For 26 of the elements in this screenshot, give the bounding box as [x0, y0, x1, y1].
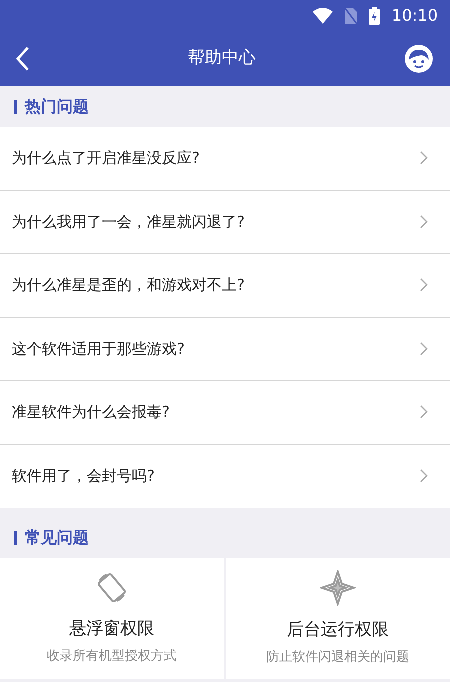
smiley-face-icon	[404, 44, 434, 74]
page-title: 帮助中心	[188, 47, 256, 70]
chevron-right-icon	[420, 278, 428, 292]
rotate-icon	[95, 571, 129, 605]
compass-star-icon	[320, 570, 356, 606]
back-icon	[16, 46, 30, 72]
card-subtitle: 防止软件闪退相关的问题	[266, 648, 410, 666]
section-title: 常见问题	[25, 527, 89, 549]
chevron-right-icon	[420, 214, 428, 229]
question-item[interactable]: 这个软件适用于那些游戏?	[0, 318, 450, 381]
card-subtitle: 收录所有机型授权方式	[47, 648, 177, 666]
card-title: 后台运行权限	[287, 619, 389, 642]
chevron-right-icon	[420, 469, 428, 484]
battery-charging-icon	[368, 7, 380, 25]
question-item[interactable]: 为什么我用了一会，准星就闪退了?	[0, 190, 450, 254]
chevron-right-icon	[420, 151, 428, 166]
chevron-right-icon	[420, 342, 428, 356]
section-title: 热门问题	[25, 96, 89, 118]
chevron-right-icon	[420, 405, 428, 420]
status-time: 10:10	[392, 5, 438, 27]
feature-card[interactable]: 后台运行权限 防止软件闪退相关的问题	[226, 558, 450, 679]
wifi-icon	[312, 8, 333, 24]
no-sim-icon	[344, 8, 357, 24]
support-button[interactable]	[404, 44, 434, 74]
card-title: 悬浮窗权限	[70, 618, 154, 641]
feature-card[interactable]: 悬浮窗权限 收录所有机型授权方式	[0, 558, 224, 679]
